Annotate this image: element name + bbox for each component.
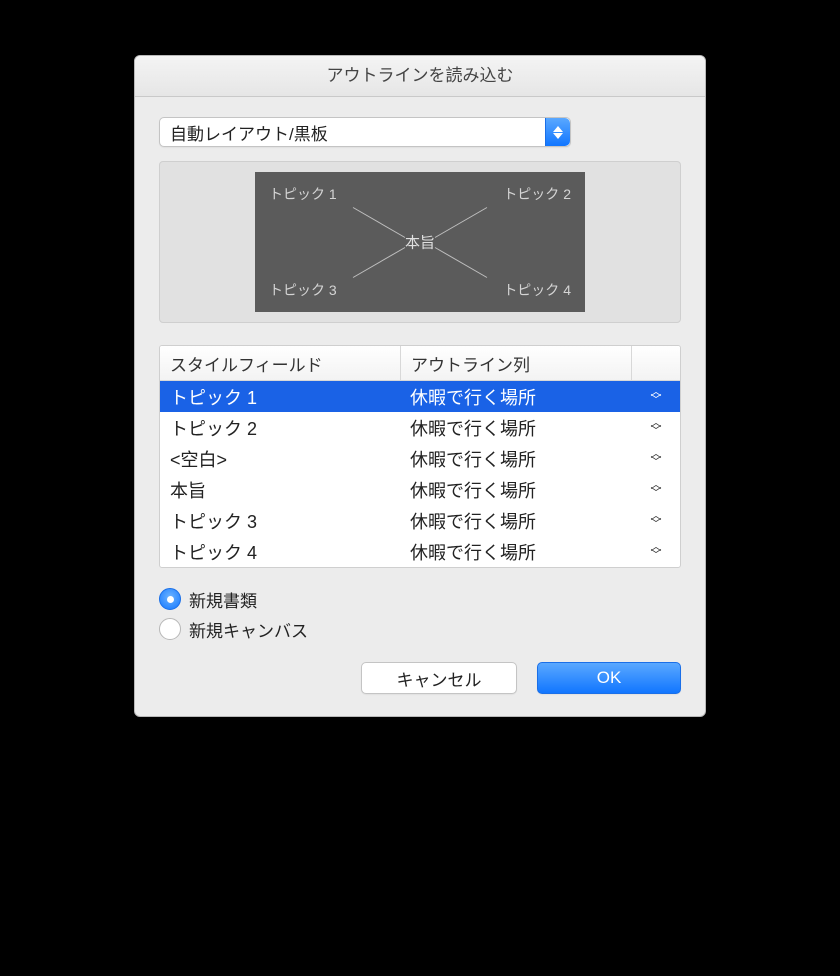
dropdown-stepper-icon [545,118,570,146]
radio-new-document[interactable]: 新規書類 [159,584,681,614]
dialog-buttons: キャンセル OK [159,662,681,694]
preview-center-label: 本旨 [405,232,435,253]
dialog-content: 自動レイアウト/黒板 本旨 トピック 1 トピック 2 トピック 3 トピック … [135,97,705,716]
preview-topic-2: トピック 2 [503,184,571,204]
table-row[interactable]: トピック 3休暇で行く場所 ︿﹀ [160,505,680,536]
preview-topic-1: トピック 1 [269,184,337,204]
cell-style-field: トピック 3 [160,508,400,534]
radio-icon [159,618,181,640]
table-row[interactable]: <空白>休暇で行く場所 ︿﹀ [160,443,680,474]
row-stepper[interactable]: ︿﹀ [632,544,680,560]
cell-style-field: トピック 4 [160,539,400,565]
table-row[interactable]: トピック 1休暇で行く場所 ︿﹀ [160,381,680,412]
cell-style-field: 本旨 [160,477,400,503]
destination-radios: 新規書類 新規キャンバス [159,584,681,644]
layout-dropdown-label: 自動レイアウト/黒板 [170,120,328,145]
cell-style-field: トピック 2 [160,415,400,441]
radio-new-canvas-label: 新規キャンバス [189,617,308,642]
ok-button[interactable]: OK [537,662,681,694]
cell-style-field: <空白> [160,446,400,472]
stepper-icon: ︿﹀ [651,513,662,529]
table-row[interactable]: トピック 4休暇で行く場所 ︿﹀ [160,536,680,567]
layout-preview: 本旨 トピック 1 トピック 2 トピック 3 トピック 4 [159,161,681,323]
cell-outline-col: 休暇で行く場所 [400,508,632,534]
layout-dropdown[interactable]: 自動レイアウト/黒板 [159,117,571,147]
dialog-title: アウトラインを読み込む [135,56,705,97]
stepper-icon: ︿﹀ [651,389,662,405]
row-stepper[interactable]: ︿﹀ [632,420,680,436]
row-stepper[interactable]: ︿﹀ [632,482,680,498]
mapping-table-header: スタイルフィールド アウトライン列 [160,346,680,381]
row-stepper[interactable]: ︿﹀ [632,513,680,529]
stepper-icon: ︿﹀ [651,451,662,467]
cell-outline-col: 休暇で行く場所 [400,539,632,565]
radio-new-document-label: 新規書類 [189,587,257,612]
row-stepper[interactable]: ︿﹀ [632,451,680,467]
stepper-icon: ︿﹀ [651,420,662,436]
radio-new-canvas[interactable]: 新規キャンバス [159,614,681,644]
cell-outline-col: 休暇で行く場所 [400,477,632,503]
cell-outline-col: 休暇で行く場所 [400,446,632,472]
mapping-table: スタイルフィールド アウトライン列 トピック 1休暇で行く場所︿﹀トピック 2休… [159,345,681,568]
header-style-field[interactable]: スタイルフィールド [160,346,401,380]
preview-topic-4: トピック 4 [503,280,571,300]
preview-topic-3: トピック 3 [269,280,337,300]
mapping-table-body: トピック 1休暇で行く場所︿﹀トピック 2休暇で行く場所︿﹀<空白>休暇で行く場… [160,381,680,567]
table-row[interactable]: 本旨休暇で行く場所 ︿﹀ [160,474,680,505]
cell-style-field: トピック 1 [160,384,400,410]
stepper-icon: ︿﹀ [651,544,662,560]
radio-icon [159,588,181,610]
cell-outline-col: 休暇で行く場所 [400,384,632,410]
stepper-icon: ︿﹀ [651,482,662,498]
row-stepper[interactable]: ︿﹀ [632,389,680,405]
cancel-button[interactable]: キャンセル [361,662,517,694]
layout-preview-image: 本旨 トピック 1 トピック 2 トピック 3 トピック 4 [255,172,585,312]
header-outline-col[interactable]: アウトライン列 [401,346,632,380]
cell-outline-col: 休暇で行く場所 [400,415,632,441]
table-row[interactable]: トピック 2休暇で行く場所 ︿﹀ [160,412,680,443]
import-outline-dialog: アウトラインを読み込む 自動レイアウト/黒板 本旨 トピック 1 トピック 2 … [134,55,706,717]
